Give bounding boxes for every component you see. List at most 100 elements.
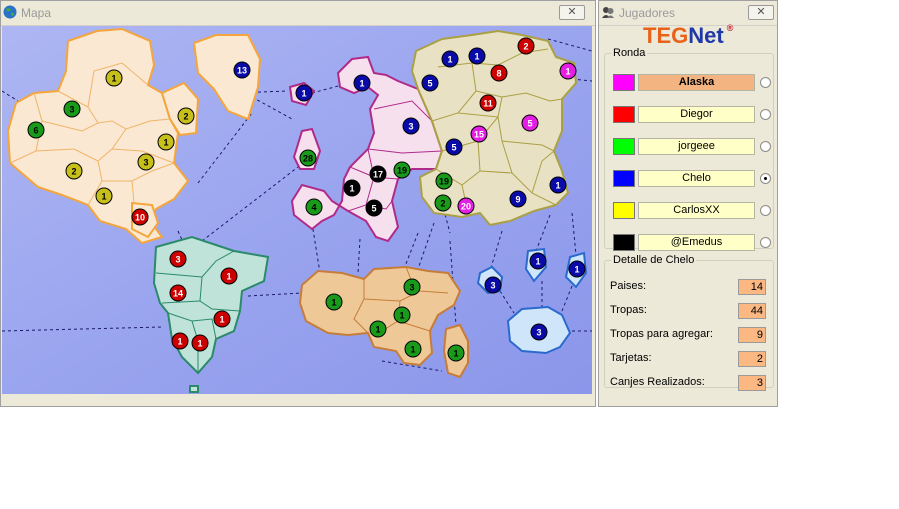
player-select-radio[interactable] bbox=[760, 77, 771, 88]
player-select-radio[interactable] bbox=[760, 237, 771, 248]
army-count: 2 bbox=[183, 112, 188, 122]
army-chip[interactable]: 1 bbox=[549, 176, 567, 194]
player-row[interactable]: CarlosXX bbox=[613, 202, 771, 220]
logo-registered-mark: ® bbox=[726, 23, 734, 33]
round-group: Ronda Alaska Diegor jorgeee Chelo CarlosXX @E… bbox=[604, 47, 774, 252]
army-chip[interactable]: 1 bbox=[171, 332, 189, 350]
player-row[interactable]: Chelo bbox=[613, 170, 771, 188]
army-count: 1 bbox=[453, 349, 458, 359]
army-chip[interactable]: 4 bbox=[305, 198, 323, 216]
army-chip[interactable]: 13 bbox=[233, 61, 251, 79]
army-chip[interactable]: 19 bbox=[435, 172, 453, 190]
player-row[interactable]: Diegor bbox=[613, 106, 771, 124]
army-chip[interactable]: 6 bbox=[27, 121, 45, 139]
player-select-radio[interactable] bbox=[760, 205, 771, 216]
players-close-button[interactable]: ✕ bbox=[748, 5, 774, 20]
army-count: 1 bbox=[349, 184, 354, 194]
player-name: Alaska bbox=[638, 74, 755, 91]
army-chip[interactable]: 17 bbox=[369, 165, 387, 183]
map-close-button[interactable]: ✕ bbox=[559, 5, 585, 20]
army-chip[interactable]: 3 bbox=[169, 250, 187, 268]
army-chip[interactable]: 5 bbox=[521, 114, 539, 132]
player-row[interactable]: jorgeee bbox=[613, 138, 771, 156]
army-chip[interactable]: 3 bbox=[530, 323, 548, 341]
army-count: 1 bbox=[359, 79, 364, 89]
army-chip[interactable]: 11 bbox=[479, 94, 497, 112]
army-chip[interactable]: 2 bbox=[434, 194, 452, 212]
army-chip[interactable]: 1 bbox=[220, 267, 238, 285]
player-name: Chelo bbox=[638, 170, 755, 187]
army-count: 11 bbox=[483, 99, 493, 109]
army-count: 13 bbox=[237, 66, 247, 76]
army-count: 1 bbox=[219, 315, 224, 325]
army-chip[interactable]: 1 bbox=[325, 293, 343, 311]
detail-label: Tarjetas: bbox=[610, 352, 652, 364]
army-chip[interactable]: 1 bbox=[404, 340, 422, 358]
army-chip[interactable]: 20 bbox=[457, 197, 475, 215]
army-chip[interactable]: 3 bbox=[484, 276, 502, 294]
army-count: 1 bbox=[399, 311, 404, 321]
army-chip[interactable]: 3 bbox=[137, 153, 155, 171]
army-chip[interactable]: 2 bbox=[177, 107, 195, 125]
player-select-radio[interactable] bbox=[760, 141, 771, 152]
army-chip[interactable]: 19 bbox=[393, 161, 411, 179]
army-count: 1 bbox=[565, 67, 570, 77]
map-horizontal-scrollbar[interactable] bbox=[1, 394, 595, 406]
army-chip[interactable]: 1 bbox=[95, 187, 113, 205]
player-color-swatch bbox=[613, 106, 635, 123]
map-canvas[interactable]: 136213211013311411 111283191174 51 15512811… bbox=[2, 26, 592, 395]
army-chip[interactable]: 2 bbox=[65, 162, 83, 180]
army-chip[interactable]: 1 bbox=[568, 260, 586, 278]
army-chip[interactable]: 10 bbox=[131, 208, 149, 226]
army-count: 1 bbox=[410, 345, 415, 355]
player-color-swatch bbox=[613, 234, 635, 251]
army-count: 1 bbox=[474, 52, 479, 62]
army-chip[interactable]: 1 bbox=[369, 320, 387, 338]
army-chip[interactable]: 1 bbox=[157, 133, 175, 151]
players-icon bbox=[602, 7, 614, 18]
player-row[interactable]: @Emedus bbox=[613, 234, 771, 252]
player-row[interactable]: Alaska bbox=[613, 74, 771, 92]
army-chip[interactable]: 1 bbox=[559, 62, 577, 80]
army-chip[interactable]: 5 bbox=[365, 199, 383, 217]
detail-value: 3 bbox=[738, 375, 766, 391]
army-chip[interactable]: 1 bbox=[191, 334, 209, 352]
logo-teg-text: TEG bbox=[643, 23, 689, 48]
player-name: CarlosXX bbox=[638, 202, 755, 219]
army-chip[interactable]: 8 bbox=[490, 64, 508, 82]
map-window: Mapa ✕ 1 3 6 2 1 3 2 1 10 13 3 1 14 1 1 … bbox=[0, 0, 596, 407]
army-chip[interactable]: 1 bbox=[353, 74, 371, 92]
army-chip[interactable]: 1 bbox=[295, 84, 313, 102]
army-chip[interactable]: 1 bbox=[343, 179, 361, 197]
army-chip[interactable]: 1 bbox=[468, 47, 486, 65]
army-chip[interactable]: 5 bbox=[445, 138, 463, 156]
army-count: 9 bbox=[515, 195, 520, 205]
army-chip[interactable]: 1 bbox=[529, 252, 547, 270]
army-chip[interactable]: 1 bbox=[393, 306, 411, 324]
army-count: 15 bbox=[474, 130, 484, 140]
army-chip[interactable]: 1 bbox=[447, 344, 465, 362]
details-legend: Detalle de Chelo bbox=[613, 254, 695, 266]
army-chip[interactable]: 3 bbox=[403, 278, 421, 296]
army-chip[interactable]: 5 bbox=[421, 74, 439, 92]
army-chip[interactable]: 1 bbox=[105, 69, 123, 87]
world-map[interactable]: 1 3 6 2 1 3 2 1 10 13 3 1 14 1 1 1 1 1 28 3 19 1 17 4 5 1 1 5 5 1 2 8 11… bbox=[2, 26, 592, 395]
map-titlebar[interactable]: Mapa ✕ bbox=[1, 1, 595, 26]
army-count: 5 bbox=[451, 143, 456, 153]
player-color-swatch bbox=[613, 170, 635, 187]
army-chip[interactable]: 1 bbox=[441, 50, 459, 68]
players-window: Jugadores ✕ TEGNet ® Ronda Alaska Diegor jo… bbox=[598, 0, 778, 407]
player-select-radio[interactable] bbox=[760, 173, 771, 184]
army-chip[interactable]: 3 bbox=[63, 100, 81, 118]
detail-label: Tropas: bbox=[610, 304, 647, 316]
army-chip[interactable]: 2 bbox=[517, 37, 535, 55]
continent-asia bbox=[410, 29, 578, 227]
army-chip[interactable]: 14 bbox=[169, 284, 187, 302]
detail-label: Paises: bbox=[610, 280, 647, 292]
army-chip[interactable]: 1 bbox=[213, 310, 231, 328]
army-chip[interactable]: 9 bbox=[509, 190, 527, 208]
player-select-radio[interactable] bbox=[760, 109, 771, 120]
army-chip[interactable]: 15 bbox=[470, 125, 488, 143]
army-chip[interactable]: 28 bbox=[299, 149, 317, 167]
army-chip[interactable]: 3 bbox=[402, 117, 420, 135]
